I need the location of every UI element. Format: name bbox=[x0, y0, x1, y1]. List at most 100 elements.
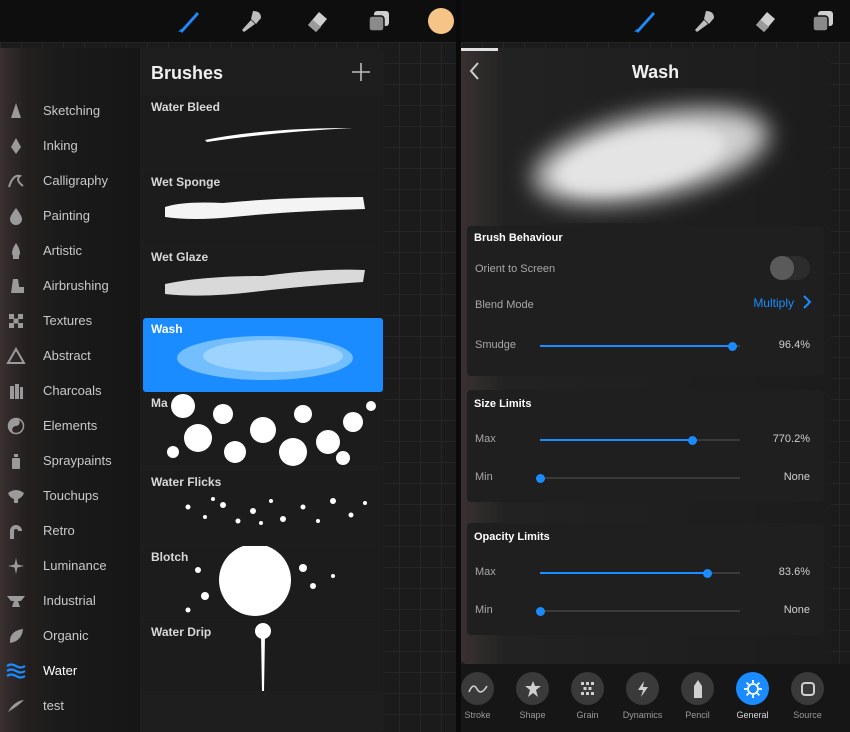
opacity-min-value: None bbox=[783, 604, 810, 616]
brush-item-water-bleed[interactable]: Water Bleed bbox=[143, 96, 383, 170]
category-retro[interactable]: Retro bbox=[0, 513, 140, 548]
size-min-slider-track[interactable] bbox=[535, 473, 740, 483]
brush-tool-icon[interactable] bbox=[175, 7, 203, 35]
section-title: Size Limits bbox=[474, 398, 532, 410]
spray-can-icon bbox=[6, 451, 26, 471]
smudge-slider-track[interactable] bbox=[540, 341, 740, 351]
brush-stroke-preview bbox=[165, 197, 365, 219]
opacity-limits-section: Opacity Limits Max 83.6% Min None bbox=[467, 523, 824, 635]
size-limits-section: Size Limits Max 770.2% Min None bbox=[467, 390, 824, 502]
add-brush-icon[interactable] bbox=[350, 61, 372, 83]
layers-tool-icon[interactable] bbox=[365, 7, 393, 35]
smudge-value: 96.4% bbox=[778, 339, 810, 351]
color-swatch[interactable] bbox=[428, 8, 454, 34]
brushes-title: Brushes bbox=[151, 63, 224, 83]
category-touchups[interactable]: Touchups bbox=[0, 478, 140, 513]
opacity-max-slider-track[interactable] bbox=[540, 568, 740, 578]
category-label: Inking bbox=[43, 138, 78, 153]
opacity-max-slider-knob[interactable] bbox=[702, 568, 712, 578]
opacity-max-label: Max bbox=[475, 566, 496, 578]
tab-general[interactable]: General bbox=[725, 672, 780, 730]
tab-grain[interactable]: Grain bbox=[560, 672, 615, 730]
category-test[interactable]: test bbox=[0, 688, 140, 723]
category-industrial[interactable]: Industrial bbox=[0, 583, 140, 618]
category-water[interactable]: Water bbox=[0, 653, 140, 688]
category-label: Textures bbox=[43, 313, 93, 328]
leaf-icon bbox=[6, 626, 26, 646]
puff-icon bbox=[6, 486, 26, 506]
category-airbrushing[interactable]: Airbrushing bbox=[0, 268, 140, 303]
top-toolbar bbox=[461, 0, 850, 42]
size-max-slider-track[interactable] bbox=[540, 435, 740, 445]
tab-dynamics[interactable]: Dynamics bbox=[615, 672, 670, 730]
yin-yang-icon bbox=[6, 416, 26, 436]
smudge-slider-knob[interactable] bbox=[728, 341, 738, 351]
brush-preview bbox=[533, 107, 769, 205]
smudge-tool-icon[interactable] bbox=[691, 7, 719, 35]
blend-mode-value[interactable]: Multiply bbox=[753, 296, 794, 310]
opacity-min-slider-knob[interactable] bbox=[535, 606, 545, 616]
brush-item-wash[interactable]: Wash bbox=[143, 318, 383, 392]
category-artistic[interactable]: Artistic bbox=[0, 233, 140, 268]
category-organic[interactable]: Organic bbox=[0, 618, 140, 653]
brush-item-wet-glaze[interactable]: Wet Glaze bbox=[143, 246, 383, 320]
brush-item-blotch[interactable]: Blotch bbox=[143, 546, 383, 620]
layers-tool-icon[interactable] bbox=[809, 7, 837, 35]
tab-label: Source bbox=[793, 710, 822, 720]
category-charcoals[interactable]: Charcoals bbox=[0, 373, 140, 408]
category-elements[interactable]: Elements bbox=[0, 408, 140, 443]
brush-behaviour-section: Brush Behaviour Orient to Screen Blend M… bbox=[467, 226, 824, 376]
category-label: Spraypaints bbox=[43, 453, 112, 468]
size-min-slider-knob[interactable] bbox=[535, 473, 545, 483]
brush-item-water-flicks[interactable]: Water Flicks bbox=[143, 471, 383, 545]
category-sketching[interactable]: Sketching bbox=[0, 93, 140, 128]
chevron-right-icon[interactable] bbox=[802, 295, 812, 309]
waves-icon bbox=[6, 661, 26, 681]
tab-source[interactable]: Source bbox=[780, 672, 835, 730]
size-max-value: 770.2% bbox=[772, 433, 810, 445]
shape-icon bbox=[516, 672, 549, 705]
brush-stroke-preview bbox=[185, 497, 367, 525]
grain-icon bbox=[571, 672, 604, 705]
eraser-tool-icon[interactable] bbox=[303, 7, 331, 35]
orient-to-screen-toggle[interactable] bbox=[770, 256, 810, 280]
category-label: Retro bbox=[43, 523, 75, 538]
lightning-icon bbox=[626, 672, 659, 705]
category-calligraphy[interactable]: Calligraphy bbox=[0, 163, 140, 198]
category-label: Water bbox=[43, 663, 78, 678]
tab-shape[interactable]: Shape bbox=[505, 672, 560, 730]
brush-stroke-preview bbox=[255, 623, 271, 691]
brush-tool-icon[interactable] bbox=[631, 7, 659, 35]
sparkle-icon bbox=[6, 556, 26, 576]
category-inking[interactable]: Inking bbox=[0, 128, 140, 163]
smudge-tool-icon[interactable] bbox=[238, 7, 266, 35]
anvil-icon bbox=[6, 591, 26, 611]
calligraphy-icon bbox=[6, 171, 26, 191]
size-max-slider-fill bbox=[540, 439, 692, 441]
brush-item-water-drip[interactable]: Water Drip bbox=[143, 621, 383, 691]
category-label: Sketching bbox=[43, 103, 101, 118]
category-spraypaints[interactable]: Spraypaints bbox=[0, 443, 140, 478]
category-label: Elements bbox=[43, 418, 98, 433]
brush-stroke-preview bbox=[167, 394, 376, 466]
brush-item-wet-sponge[interactable]: Wet Sponge bbox=[143, 171, 383, 245]
brush-item-ma[interactable]: Ma bbox=[143, 392, 383, 466]
opacity-max-value: 83.6% bbox=[778, 566, 810, 578]
category-luminance[interactable]: Luminance bbox=[0, 548, 140, 583]
size-min-label: Min bbox=[475, 471, 493, 483]
brush-studio-panel: Wash Brush Behaviour Orient to Screen Bl… bbox=[461, 0, 850, 732]
category-painting[interactable]: Painting bbox=[0, 198, 140, 233]
checker-icon bbox=[6, 311, 26, 331]
category-label: Luminance bbox=[43, 558, 107, 573]
pen-nib-icon bbox=[6, 136, 26, 156]
gear-icon bbox=[736, 672, 769, 705]
category-label: Artistic bbox=[43, 243, 82, 258]
category-abstract[interactable]: Abstract bbox=[0, 338, 140, 373]
size-max-slider-knob[interactable] bbox=[687, 435, 697, 445]
tab-pencil[interactable]: Pencil bbox=[670, 672, 725, 730]
tab-stroke[interactable]: Stroke bbox=[461, 672, 505, 730]
eraser-tool-icon[interactable] bbox=[751, 7, 779, 35]
category-textures[interactable]: Textures bbox=[0, 303, 140, 338]
category-label: Painting bbox=[43, 208, 90, 223]
opacity-min-slider-track[interactable] bbox=[535, 606, 740, 616]
